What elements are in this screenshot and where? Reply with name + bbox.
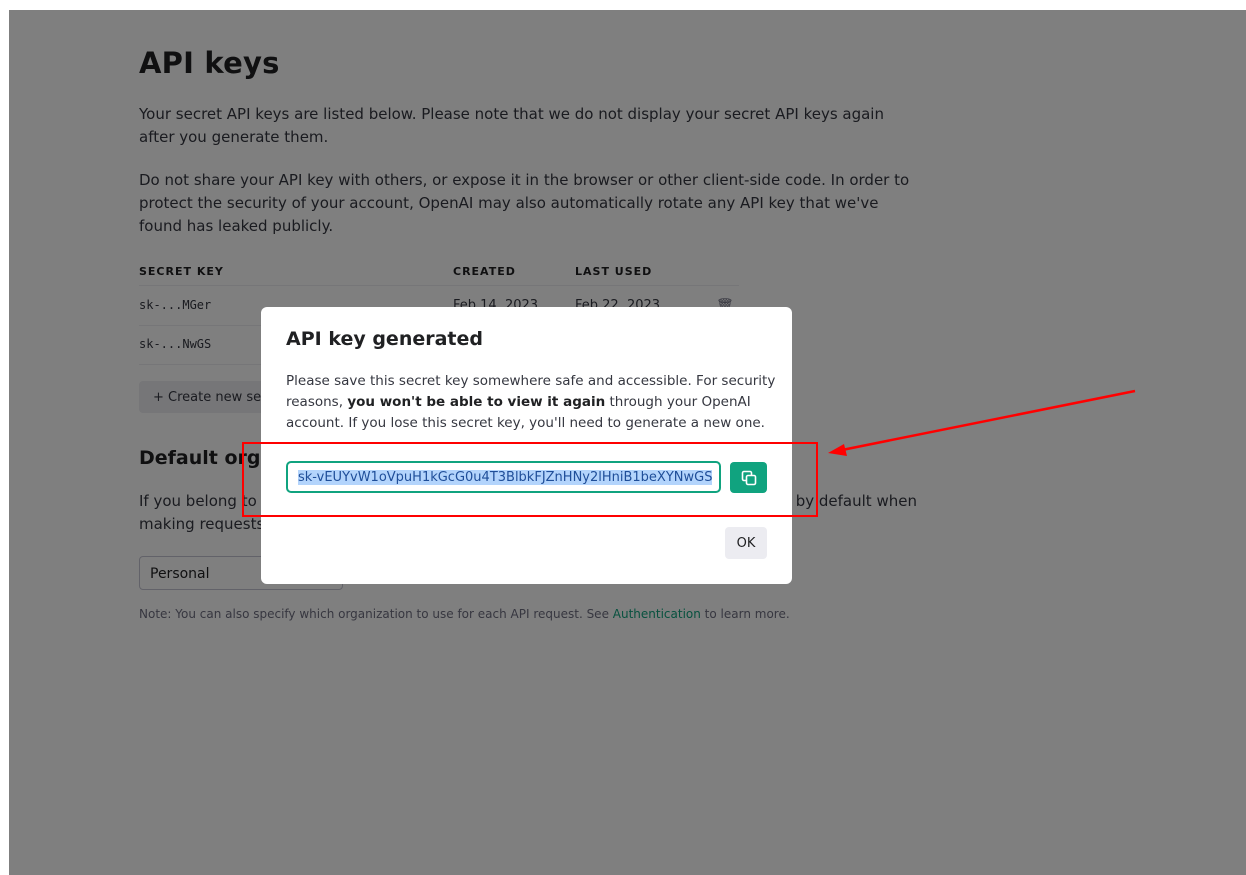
browser-viewport: API keys Your secret API keys are listed… <box>9 10 1246 875</box>
annotation-arrow <box>828 389 1136 456</box>
